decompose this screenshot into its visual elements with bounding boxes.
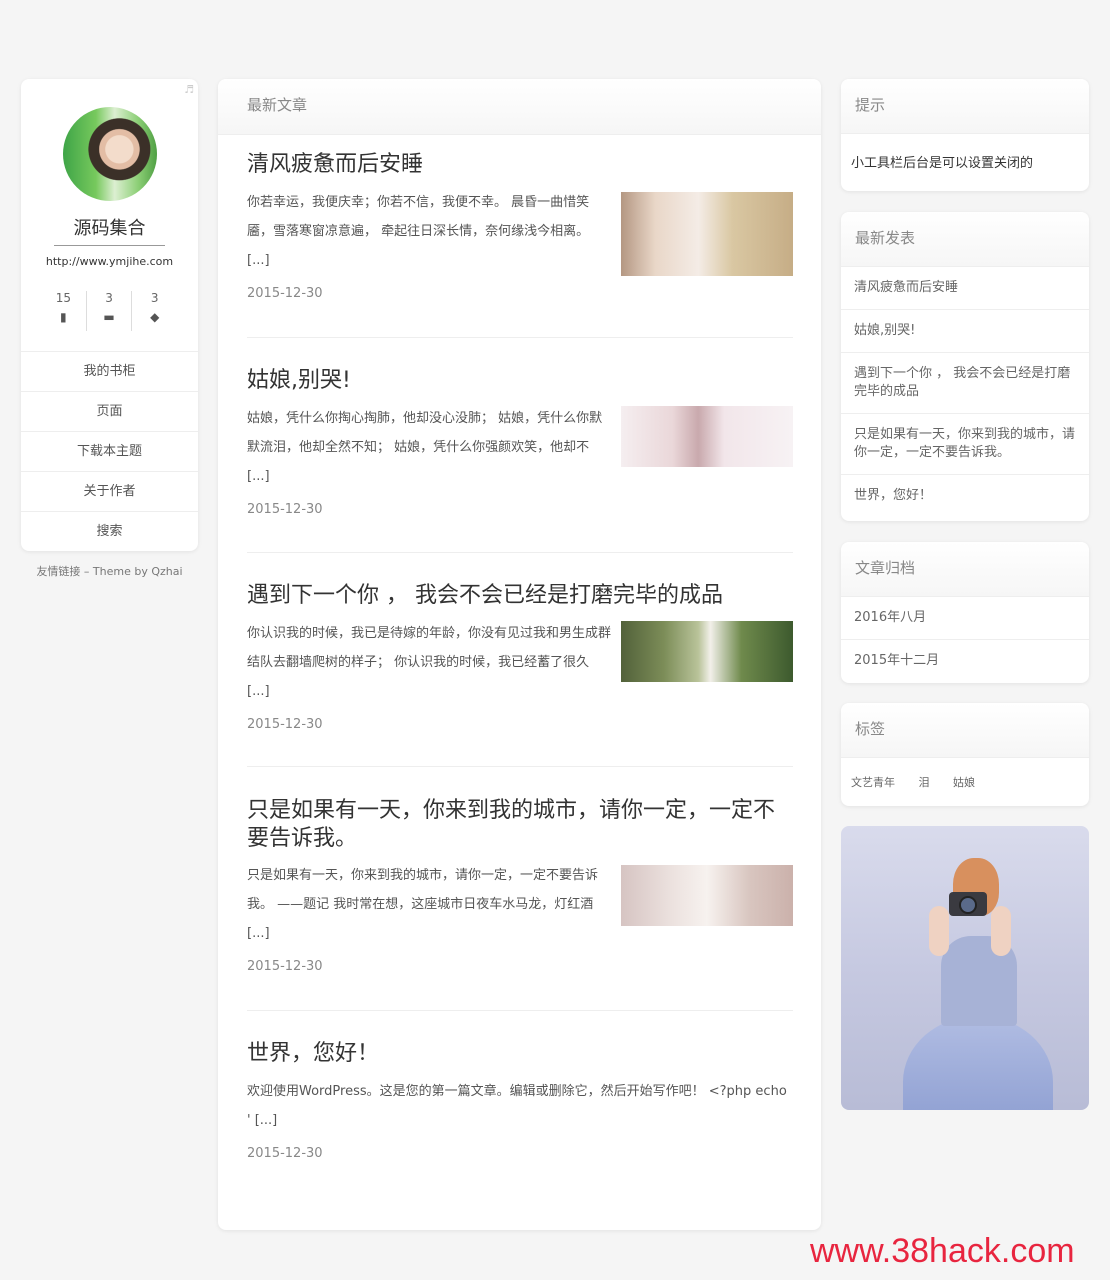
recent-post-link[interactable]: 世界，您好！ xyxy=(841,475,1089,517)
recent-post-link[interactable]: 只是如果有一天，你来到我的城市，请你一定，一定不要告诉我。 xyxy=(841,414,1089,475)
menu-item-search[interactable]: 搜索 xyxy=(21,511,198,551)
widget-heading: 文章归档 xyxy=(841,542,1089,597)
tag-link[interactable]: 文艺青年 xyxy=(851,776,895,789)
post-date: 2015-12-30 xyxy=(247,959,323,974)
post-title[interactable]: 只是如果有一天，你来到我的城市，请你一定，一定不要告诉我。 xyxy=(247,797,787,853)
folder-icon: ▬ xyxy=(103,310,115,324)
archive-link[interactable]: 2016年八月 xyxy=(841,597,1089,640)
archive-link[interactable]: 2015年十二月 xyxy=(841,640,1089,682)
avatar xyxy=(63,107,157,201)
post-divider xyxy=(247,766,793,767)
profile-menu: 我的书柜 页面 下载本主题 关于作者 搜索 xyxy=(21,351,198,551)
title-underline xyxy=(54,245,165,246)
post-title[interactable]: 清风疲惫而后安睡 xyxy=(247,151,793,179)
recent-post-link[interactable]: 遇到下一个你 ， 我会不会已经是打磨完毕的成品 xyxy=(841,353,1089,414)
post-title[interactable]: 遇到下一个你 ， 我会不会已经是打磨完毕的成品 xyxy=(247,582,793,610)
stat-posts[interactable]: 15 ▮ xyxy=(41,291,87,331)
archive-widget: 文章归档 2016年八月 2015年十二月 xyxy=(841,542,1089,683)
music-icon[interactable]: ♬ xyxy=(184,83,194,96)
tags-widget: 标签 文艺青年 泪 姑娘 xyxy=(841,703,1089,806)
widget-heading: 标签 xyxy=(841,703,1089,758)
widget-heading: 最新发表 xyxy=(841,212,1089,267)
menu-item-download-theme[interactable]: 下载本主题 xyxy=(21,431,198,471)
main-posts-card: 最新文章 清风疲惫而后安睡 你若幸运，我便庆幸；你若不信，我便不幸。 晨昏一曲惜… xyxy=(218,79,821,1230)
site-url[interactable]: http://www.ymjihe.com xyxy=(21,255,198,268)
menu-item-pages[interactable]: 页面 xyxy=(21,391,198,431)
post-divider xyxy=(247,552,793,553)
post-thumbnail[interactable] xyxy=(621,192,793,276)
stats-row: 15 ▮ 3 ▬ 3 ◆ xyxy=(41,291,177,331)
watermark-text: www.38hack.com xyxy=(810,1232,1075,1270)
site-title[interactable]: 源码集合 xyxy=(21,214,198,240)
widget-heading: 提示 xyxy=(841,79,1089,134)
post-divider xyxy=(247,337,793,338)
post-divider xyxy=(247,1010,793,1011)
sidebar-photo xyxy=(841,826,1089,1110)
post-date: 2015-12-30 xyxy=(247,717,323,732)
post-excerpt: 你认识我的时候，我已是待嫁的年龄，你没有见过我和男生成群结队去翻墙爬树的样子； … xyxy=(247,626,612,699)
tag-cloud: 文艺青年 泪 姑娘 xyxy=(841,758,1089,806)
stat-tags[interactable]: 3 ◆ xyxy=(132,291,177,331)
recent-post-link[interactable]: 姑娘,别哭! xyxy=(841,310,1089,353)
tag-link[interactable]: 姑娘 xyxy=(953,776,975,789)
document-icon: ▮ xyxy=(60,310,67,324)
post-date: 2015-12-30 xyxy=(247,286,323,301)
post-excerpt: 只是如果有一天，你来到我的城市，请你一定，一定不要告诉我。 ——题记 我时常在想… xyxy=(247,868,599,941)
post-excerpt: 姑娘，凭什么你掏心掏肺，他却没心没肺； 姑娘，凭什么你默默流泪，他却全然不知； … xyxy=(247,411,603,484)
post-date: 2015-12-30 xyxy=(247,502,323,517)
post-title[interactable]: 姑娘,别哭! xyxy=(247,367,793,395)
post-thumbnail[interactable] xyxy=(621,621,793,682)
post-title[interactable]: 世界，您好！ xyxy=(247,1040,793,1068)
tag-link[interactable]: 泪 xyxy=(919,776,930,789)
recent-post-link[interactable]: 清风疲惫而后安睡 xyxy=(841,267,1089,310)
tip-widget: 提示 小工具栏后台是可以设置关闭的 xyxy=(841,79,1089,191)
post-date: 2015-12-30 xyxy=(247,1146,323,1161)
post-item: 世界，您好！ 欢迎使用WordPress。这是您的第一篇文章。编辑或删除它，然后… xyxy=(247,1040,793,1161)
stat-categories[interactable]: 3 ▬ xyxy=(87,291,133,331)
post-thumbnail[interactable] xyxy=(621,406,793,467)
profile-card: ♬ 源码集合 http://www.ymjihe.com 15 ▮ 3 ▬ 3 … xyxy=(21,79,198,551)
recent-posts-widget: 最新发表 清风疲惫而后安睡 姑娘,别哭! 遇到下一个你 ， 我会不会已经是打磨完… xyxy=(841,212,1089,521)
tags-icon: ◆ xyxy=(150,310,160,324)
footer-credit[interactable]: 友情链接 – Theme by Qzhai xyxy=(21,563,198,579)
tip-text: 小工具栏后台是可以设置关闭的 xyxy=(851,156,1034,171)
post-thumbnail[interactable] xyxy=(621,865,793,926)
post-excerpt: 你若幸运，我便庆幸；你若不信，我便不幸。 晨昏一曲惜笑靥，雪落寒窗凉意遍， 牵起… xyxy=(247,195,590,268)
menu-item-about-author[interactable]: 关于作者 xyxy=(21,471,198,511)
menu-item-bookshelf[interactable]: 我的书柜 xyxy=(21,351,198,391)
post-excerpt: 欢迎使用WordPress。这是您的第一篇文章。编辑或删除它，然后开始写作吧！ … xyxy=(247,1084,787,1128)
main-heading: 最新文章 xyxy=(218,79,821,135)
